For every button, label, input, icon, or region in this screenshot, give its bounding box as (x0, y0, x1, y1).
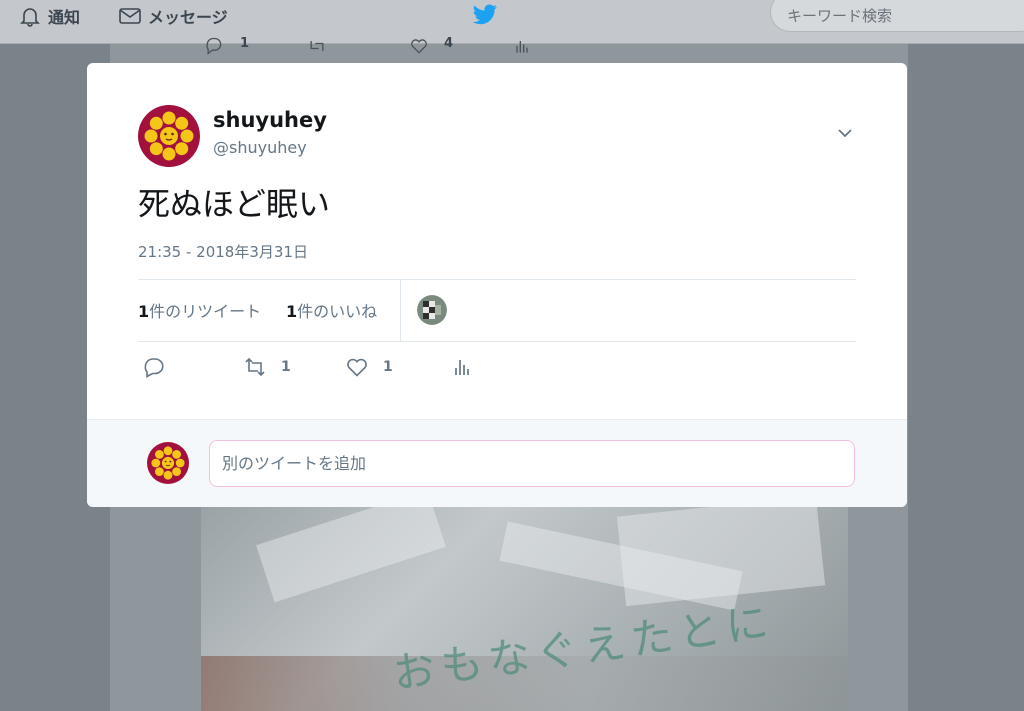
like-stat-count: 1 (286, 302, 298, 321)
analytics-icon (516, 41, 528, 53)
like-button[interactable]: 1 (345, 355, 393, 379)
stats-divider (400, 280, 401, 341)
nav-messages-label: メッセージ (148, 8, 228, 27)
display-name[interactable]: shuyuhey (213, 108, 327, 132)
user-handle[interactable]: @shuyuhey (213, 138, 307, 157)
tweet-timestamp[interactable]: 21:35 - 2018年3月31日 (138, 241, 308, 262)
search-placeholder: キーワード検索 (787, 7, 893, 25)
retweet-button[interactable]: 1 (243, 355, 291, 379)
background-tweet-photo: おもなぐえたとに (201, 506, 848, 711)
retweet-icon (310, 41, 324, 51)
like-stat[interactable]: 1件のいいね (286, 298, 377, 322)
liker-avatar[interactable] (417, 295, 447, 325)
nav-notifications-label: 通知 (48, 8, 81, 27)
twitter-bird-icon[interactable] (472, 4, 498, 26)
reply-icon (144, 358, 164, 378)
background-like-count: 4 (444, 36, 454, 51)
search-box[interactable]: キーワード検索 (770, 0, 1024, 32)
nav-notifications[interactable]: 通知 (18, 4, 80, 28)
analytics-button[interactable] (449, 355, 473, 379)
like-action-count: 1 (383, 359, 393, 375)
reply-button[interactable] (142, 355, 166, 379)
background-reply-count: 1 (240, 36, 250, 51)
envelope-icon (119, 8, 141, 24)
heart-icon (411, 39, 427, 54)
like-stat-label: 件のいいね (297, 302, 378, 321)
bell-icon (20, 8, 40, 27)
retweet-stat[interactable]: 1件のリツイート (138, 298, 261, 322)
heart-icon (347, 358, 367, 377)
retweet-icon (245, 357, 265, 377)
reply-composer (87, 419, 907, 507)
tweet-text: 死ぬほど眠い (138, 185, 331, 223)
nav-messages[interactable]: メッセージ (118, 4, 228, 28)
reply-input[interactable] (209, 440, 855, 487)
retweet-action-count: 1 (281, 359, 291, 375)
reply-icon (206, 37, 222, 55)
retweet-stat-count: 1 (138, 302, 150, 321)
user-avatar[interactable] (138, 105, 200, 167)
tweet-detail-modal: shuyuhey @shuyuhey 死ぬほど眠い 21:35 - 2018年3… (87, 63, 907, 507)
chevron-down-icon[interactable] (835, 123, 855, 143)
retweet-stat-label: 件のリツイート (149, 302, 262, 321)
current-user-avatar (147, 442, 189, 484)
tweet-stats: 1件のリツイート 1件のいいね (138, 279, 856, 342)
background-tweet-actions: 1 4 (200, 36, 540, 60)
analytics-icon (455, 360, 469, 375)
